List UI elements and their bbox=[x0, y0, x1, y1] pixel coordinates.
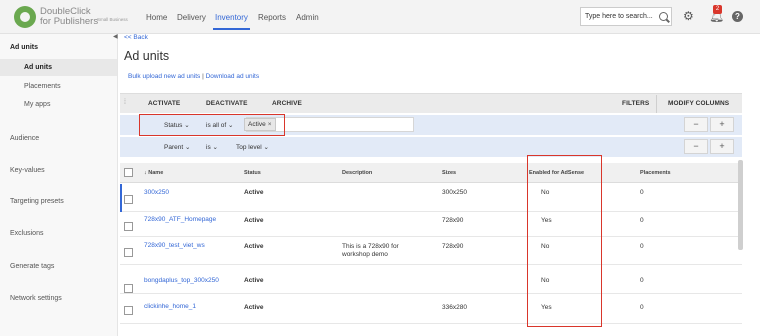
add-filter-button[interactable]: + bbox=[710, 139, 734, 154]
placements-cell: 0 bbox=[640, 304, 644, 311]
bulk-actions-links: Bulk upload new ad units | Download ad u… bbox=[128, 73, 259, 80]
ad-unit-name-link[interactable]: 300x250 bbox=[144, 189, 169, 196]
nav-delivery[interactable]: Delivery bbox=[177, 13, 206, 22]
ad-unit-name-link[interactable]: 728x90_test_viet_ws bbox=[144, 242, 205, 249]
modify-columns-button[interactable]: MODIFY COLUMNS bbox=[668, 100, 729, 107]
table-row[interactable]: clickinhe_home_1 Active 336x280 Yes 0 bbox=[120, 294, 742, 324]
table-row[interactable]: 300x250 Active 300x250 No 0 bbox=[120, 184, 742, 212]
filters-button[interactable]: FILTERS bbox=[622, 100, 649, 107]
sidebar-item-audience[interactable]: Audience bbox=[10, 135, 39, 142]
nav-home[interactable]: Home bbox=[146, 13, 167, 22]
sidebar bbox=[0, 34, 118, 336]
back-link[interactable]: << Back bbox=[124, 34, 148, 41]
sidebar-item-my-apps[interactable]: My apps bbox=[24, 101, 50, 108]
table-header: ↓ Name Status Description Sizes Enabled … bbox=[120, 163, 742, 183]
placements-cell: 0 bbox=[640, 189, 644, 196]
status-filter-highlight bbox=[139, 114, 285, 136]
status-cell: Active bbox=[244, 304, 264, 311]
column-header-sizes[interactable]: Sizes bbox=[442, 170, 456, 176]
download-ad-units-link[interactable]: Download ad units bbox=[206, 73, 259, 80]
status-cell: Active bbox=[244, 277, 264, 284]
placements-cell: 0 bbox=[640, 243, 644, 250]
nav-reports[interactable]: Reports bbox=[258, 13, 286, 22]
search-input[interactable]: Type here to search... bbox=[585, 13, 653, 20]
sidebar-item-generate-tags[interactable]: Generate tags bbox=[10, 263, 54, 270]
ad-unit-name-link[interactable]: bongdaplus_top_300x250 bbox=[144, 277, 219, 284]
sidebar-section-ad-units[interactable]: Ad units bbox=[10, 44, 38, 51]
adsense-column-highlight bbox=[527, 155, 602, 327]
sidebar-active-highlight bbox=[0, 59, 117, 76]
link-separator: | bbox=[202, 73, 204, 80]
table-scrollbar[interactable] bbox=[738, 160, 743, 250]
add-filter-button[interactable]: + bbox=[710, 117, 734, 132]
status-cell: Active bbox=[244, 243, 264, 250]
sizes-cell: 728x90 bbox=[442, 217, 464, 224]
activate-button[interactable]: ACTIVATE bbox=[148, 100, 180, 107]
ad-unit-name-link[interactable]: 728x90_ATF_Homepage bbox=[144, 216, 216, 223]
drag-handle-icon: ⁞ bbox=[124, 99, 126, 106]
sidebar-item-placements[interactable]: Placements bbox=[24, 83, 61, 90]
status-cell: Active bbox=[244, 217, 264, 224]
nav-inventory[interactable]: Inventory bbox=[213, 13, 250, 30]
filter-field-select[interactable]: Parent ⌄ bbox=[164, 143, 190, 151]
sidebar-item-key-values[interactable]: Key-values bbox=[10, 167, 45, 174]
notification-badge[interactable]: 2 bbox=[713, 5, 722, 14]
sidebar-item-network-settings[interactable]: Network settings bbox=[10, 295, 62, 302]
sidebar-item-ad-units[interactable]: Ad units bbox=[24, 64, 52, 71]
sidebar-item-targeting-presets[interactable]: Targeting presets bbox=[10, 198, 64, 205]
sizes-cell: 300x250 bbox=[442, 189, 467, 196]
description-cell: This is a 728x90 for workshop demo bbox=[342, 243, 399, 258]
column-header-description[interactable]: Description bbox=[342, 170, 372, 176]
column-header-name[interactable]: ↓ Name bbox=[144, 170, 163, 176]
row-checkbox[interactable] bbox=[124, 195, 133, 204]
brand-name: DoubleClick for Publishers bbox=[40, 7, 98, 27]
selected-row-indicator bbox=[120, 184, 122, 212]
row-checkbox[interactable] bbox=[124, 284, 133, 293]
row-checkbox[interactable] bbox=[124, 248, 133, 257]
search-icon[interactable] bbox=[659, 12, 668, 21]
collapse-sidebar-icon[interactable]: ◀ bbox=[113, 33, 118, 40]
archive-button[interactable]: ARCHIVE bbox=[272, 100, 302, 107]
ad-unit-name-link[interactable]: clickinhe_home_1 bbox=[144, 303, 196, 310]
sizes-cell: 336x280 bbox=[442, 304, 467, 311]
placements-cell: 0 bbox=[640, 217, 644, 224]
status-cell: Active bbox=[244, 189, 264, 196]
action-toolbar: ⁞ ACTIVATE DEACTIVATE ARCHIVE FILTERS MO… bbox=[120, 93, 742, 113]
column-header-status[interactable]: Status bbox=[244, 170, 261, 176]
toolbar-divider bbox=[656, 95, 657, 113]
select-all-checkbox[interactable] bbox=[124, 168, 133, 177]
nav-admin[interactable]: Admin bbox=[296, 13, 319, 22]
table-row[interactable]: 728x90_test_viet_ws Active This is a 728… bbox=[120, 237, 742, 265]
column-header-placements[interactable]: Placements bbox=[640, 170, 671, 176]
filter-value-select[interactable]: Top level ⌄ bbox=[236, 143, 269, 151]
remove-filter-button[interactable]: − bbox=[684, 117, 708, 132]
table-row[interactable]: 728x90_ATF_Homepage Active 728x90 Yes 0 bbox=[120, 212, 742, 237]
sidebar-item-exclusions[interactable]: Exclusions bbox=[10, 230, 43, 237]
row-checkbox[interactable] bbox=[124, 306, 133, 315]
search-box[interactable]: Type here to search... bbox=[580, 7, 672, 26]
sizes-cell: 728x90 bbox=[442, 243, 464, 250]
bulk-upload-link[interactable]: Bulk upload new ad units bbox=[128, 73, 200, 80]
filter-operator-select[interactable]: is ⌄ bbox=[206, 143, 218, 151]
remove-filter-button[interactable]: − bbox=[684, 139, 708, 154]
page-title: Ad units bbox=[124, 49, 170, 63]
gear-icon[interactable]: ⚙ bbox=[683, 10, 694, 22]
top-bar: DoubleClick for Publishers Small Busines… bbox=[0, 0, 760, 34]
table-row[interactable]: bongdaplus_top_300x250 Active No 0 bbox=[120, 265, 742, 294]
deactivate-button[interactable]: DEACTIVATE bbox=[206, 100, 248, 107]
brand-subtitle: Small Business bbox=[97, 17, 128, 22]
row-checkbox[interactable] bbox=[124, 222, 133, 231]
dfp-logo[interactable] bbox=[14, 6, 36, 28]
brand-line-2: for Publishers bbox=[40, 16, 99, 27]
placements-cell: 0 bbox=[640, 277, 644, 284]
help-icon[interactable]: ? bbox=[732, 11, 743, 22]
filter-row-parent: Parent ⌄ is ⌄ Top level ⌄ − + bbox=[120, 137, 742, 157]
